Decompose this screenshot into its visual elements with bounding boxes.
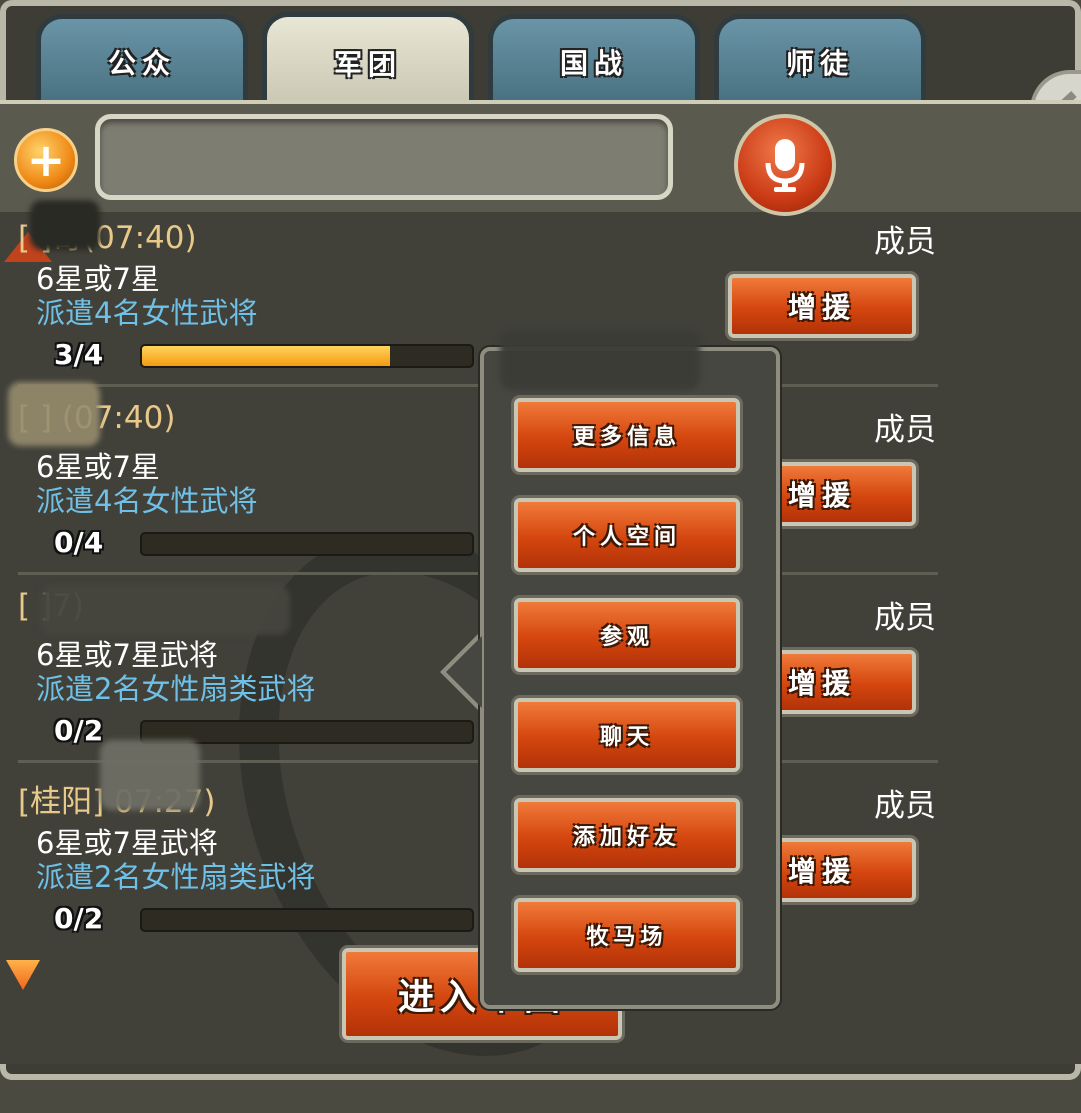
popup-pointer-inner <box>446 636 482 708</box>
divider <box>18 384 938 387</box>
entry-task: 派遣2名女性扇类武将 <box>36 860 316 894</box>
menu-item-add-friend[interactable]: 添加好友 <box>514 798 740 872</box>
entry-progress-text: 3/4 <box>54 338 104 371</box>
tab-mentorship[interactable]: 师徒 <box>714 14 926 104</box>
redacted-name <box>40 585 290 635</box>
chat-input[interactable] <box>95 114 673 200</box>
entry-progress-text: 0/4 <box>54 526 104 559</box>
menu-item-ranch[interactable]: 牧马场 <box>514 898 740 972</box>
entry-role: 成员 <box>874 412 936 448</box>
tab-legion[interactable]: 军团 <box>262 12 474 108</box>
menu-item-chat[interactable]: 聊天 <box>514 698 740 772</box>
divider <box>18 572 938 575</box>
entry-progress-text: 0/2 <box>54 902 104 935</box>
entry-progress-bar <box>140 344 474 368</box>
entry-progress-bar <box>140 908 474 932</box>
entry-role: 成员 <box>874 224 936 260</box>
voice-button[interactable] <box>734 114 836 216</box>
entry-progress-bar <box>140 532 474 556</box>
entry-progress-text: 0/2 <box>54 714 104 747</box>
menu-item-personal-space[interactable]: 个人空间 <box>514 498 740 572</box>
menu-item-more-info[interactable]: 更多信息 <box>514 398 740 472</box>
redacted-name <box>100 740 200 810</box>
menu-item-visit[interactable]: 参观 <box>514 598 740 672</box>
entry-task: 派遣4名女性武将 <box>36 484 258 518</box>
tab-public[interactable]: 公众 <box>36 14 248 104</box>
redacted-player-name <box>500 330 700 390</box>
list-item: [ ] (07:40) 6星或7星 派遣4名女性武将 0/4 成员 增援 <box>0 400 940 588</box>
entry-role: 成员 <box>874 788 936 824</box>
redacted-avatar <box>30 200 100 250</box>
entry-role: 成员 <box>874 600 936 636</box>
microphone-icon <box>765 139 805 192</box>
tab-national-war[interactable]: 国战 <box>488 14 700 104</box>
entry-task: 派遣2名女性扇类武将 <box>36 672 316 706</box>
list-item: [ ]奇(07:40) 6星或7星 派遣4名女性武将 3/4 成员 增援 <box>0 212 940 400</box>
entry-task: 派遣4名女性武将 <box>36 296 258 330</box>
plus-icon: + <box>26 133 66 187</box>
redacted-name <box>8 382 100 446</box>
add-button[interactable]: + <box>14 128 78 192</box>
reinforce-button[interactable]: 增援 <box>728 274 916 338</box>
